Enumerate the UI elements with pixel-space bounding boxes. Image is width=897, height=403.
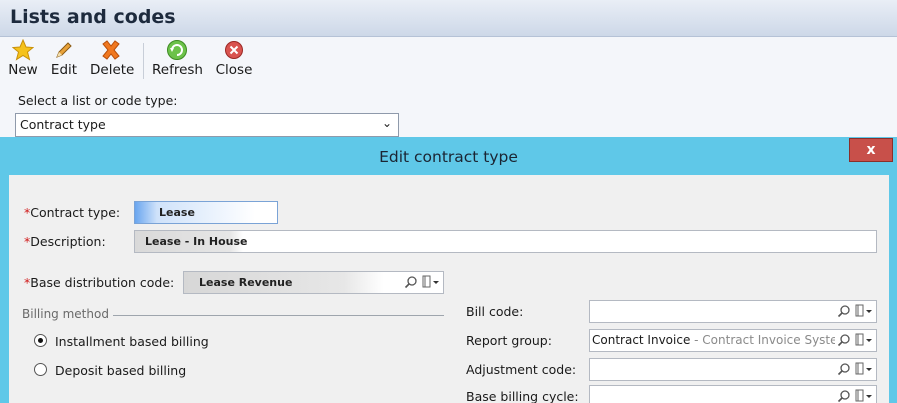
search-icon[interactable] — [837, 389, 851, 403]
lookup-controls — [404, 274, 440, 289]
refresh-label: Refresh — [152, 62, 203, 78]
delete-button[interactable]: Delete — [90, 39, 135, 83]
search-icon[interactable] — [837, 362, 851, 376]
list-type-value: Contract type — [20, 117, 106, 132]
report-group-label: Report group: — [466, 333, 552, 348]
options-dropdown-icon[interactable] — [855, 304, 873, 318]
toolbar: New Edit Delete Refresh Close — [0, 37, 897, 85]
window-title-bar: Lists and codes — [0, 0, 897, 37]
base-billing-cycle-input[interactable] — [589, 385, 877, 403]
base-distribution-code-input[interactable]: Lease Revenue — [183, 271, 444, 294]
search-icon[interactable] — [837, 304, 851, 318]
installment-billing-label: Installment based billing — [55, 334, 209, 349]
description-value: Lease - In House — [145, 235, 248, 248]
chevron-down-icon: ⌄ — [381, 116, 392, 130]
installment-billing-radio[interactable] — [34, 334, 47, 347]
new-label: New — [8, 62, 38, 78]
edit-contract-type-dialog: Edit contract type x *Contract type: Lea… — [0, 137, 897, 403]
options-dropdown-icon[interactable] — [855, 362, 873, 376]
lookup-controls — [835, 332, 873, 347]
report-group-input[interactable]: Contract Invoice - Contract Invoice Syst… — [589, 329, 877, 352]
dialog-title-bar[interactable]: Edit contract type — [0, 137, 897, 175]
search-icon[interactable] — [837, 333, 851, 347]
options-dropdown-icon[interactable] — [422, 275, 440, 289]
deposit-billing-radio[interactable] — [34, 363, 47, 376]
close-label: Close — [215, 62, 253, 78]
options-dropdown-icon[interactable] — [855, 333, 873, 347]
contract-type-value: Lease — [159, 206, 195, 219]
toolbar-separator — [143, 43, 144, 79]
dialog-body: *Contract type: Lease *Description: Leas… — [9, 175, 889, 403]
close-button[interactable]: Close — [214, 39, 254, 83]
lookup-controls — [837, 303, 873, 318]
billing-method-divider — [113, 315, 444, 316]
base-distribution-code-label: *Base distribution code: — [24, 275, 175, 290]
report-group-value: Contract Invoice — [592, 333, 691, 347]
deposit-billing-label: Deposit based billing — [55, 363, 187, 378]
dialog-title: Edit contract type — [379, 148, 518, 166]
adjustment-code-label: Adjustment code: — [466, 362, 577, 377]
description-label: *Description: — [24, 234, 106, 249]
billing-method-title: Billing method — [22, 307, 109, 321]
bill-code-input[interactable] — [589, 300, 877, 323]
lookup-controls — [837, 388, 873, 403]
star-icon — [12, 39, 34, 61]
contract-type-input[interactable]: Lease — [134, 201, 278, 224]
report-group-description: - Contract Invoice System — [690, 333, 850, 347]
base-billing-cycle-label: Base billing cycle: — [466, 389, 579, 403]
close-x-icon: x — [866, 142, 876, 158]
contract-type-label: *Contract type: — [24, 205, 121, 220]
search-icon[interactable] — [404, 275, 418, 289]
description-input[interactable]: Lease - In House — [134, 230, 877, 253]
edit-label: Edit — [50, 62, 78, 78]
dialog-close-button[interactable]: x — [849, 138, 893, 162]
bill-code-label: Bill code: — [466, 304, 524, 319]
refresh-button[interactable]: Refresh — [152, 39, 203, 83]
base-distribution-code-value: Lease Revenue — [199, 276, 293, 289]
list-type-label: Select a list or code type: — [18, 93, 178, 108]
edit-button[interactable]: Edit — [50, 39, 78, 83]
window-title: Lists and codes — [10, 6, 176, 28]
refresh-icon — [167, 40, 187, 60]
lookup-controls — [837, 361, 873, 376]
delete-x-icon — [102, 40, 120, 60]
delete-label: Delete — [90, 62, 135, 78]
list-type-selector-area: Select a list or code type: Contract typ… — [0, 85, 897, 138]
options-dropdown-icon[interactable] — [855, 389, 873, 403]
list-type-select[interactable]: Contract type ⌄ — [15, 113, 399, 137]
adjustment-code-input[interactable] — [589, 358, 877, 381]
pencil-icon — [56, 42, 72, 58]
new-button[interactable]: New — [8, 39, 38, 83]
close-circle-icon — [225, 41, 243, 59]
